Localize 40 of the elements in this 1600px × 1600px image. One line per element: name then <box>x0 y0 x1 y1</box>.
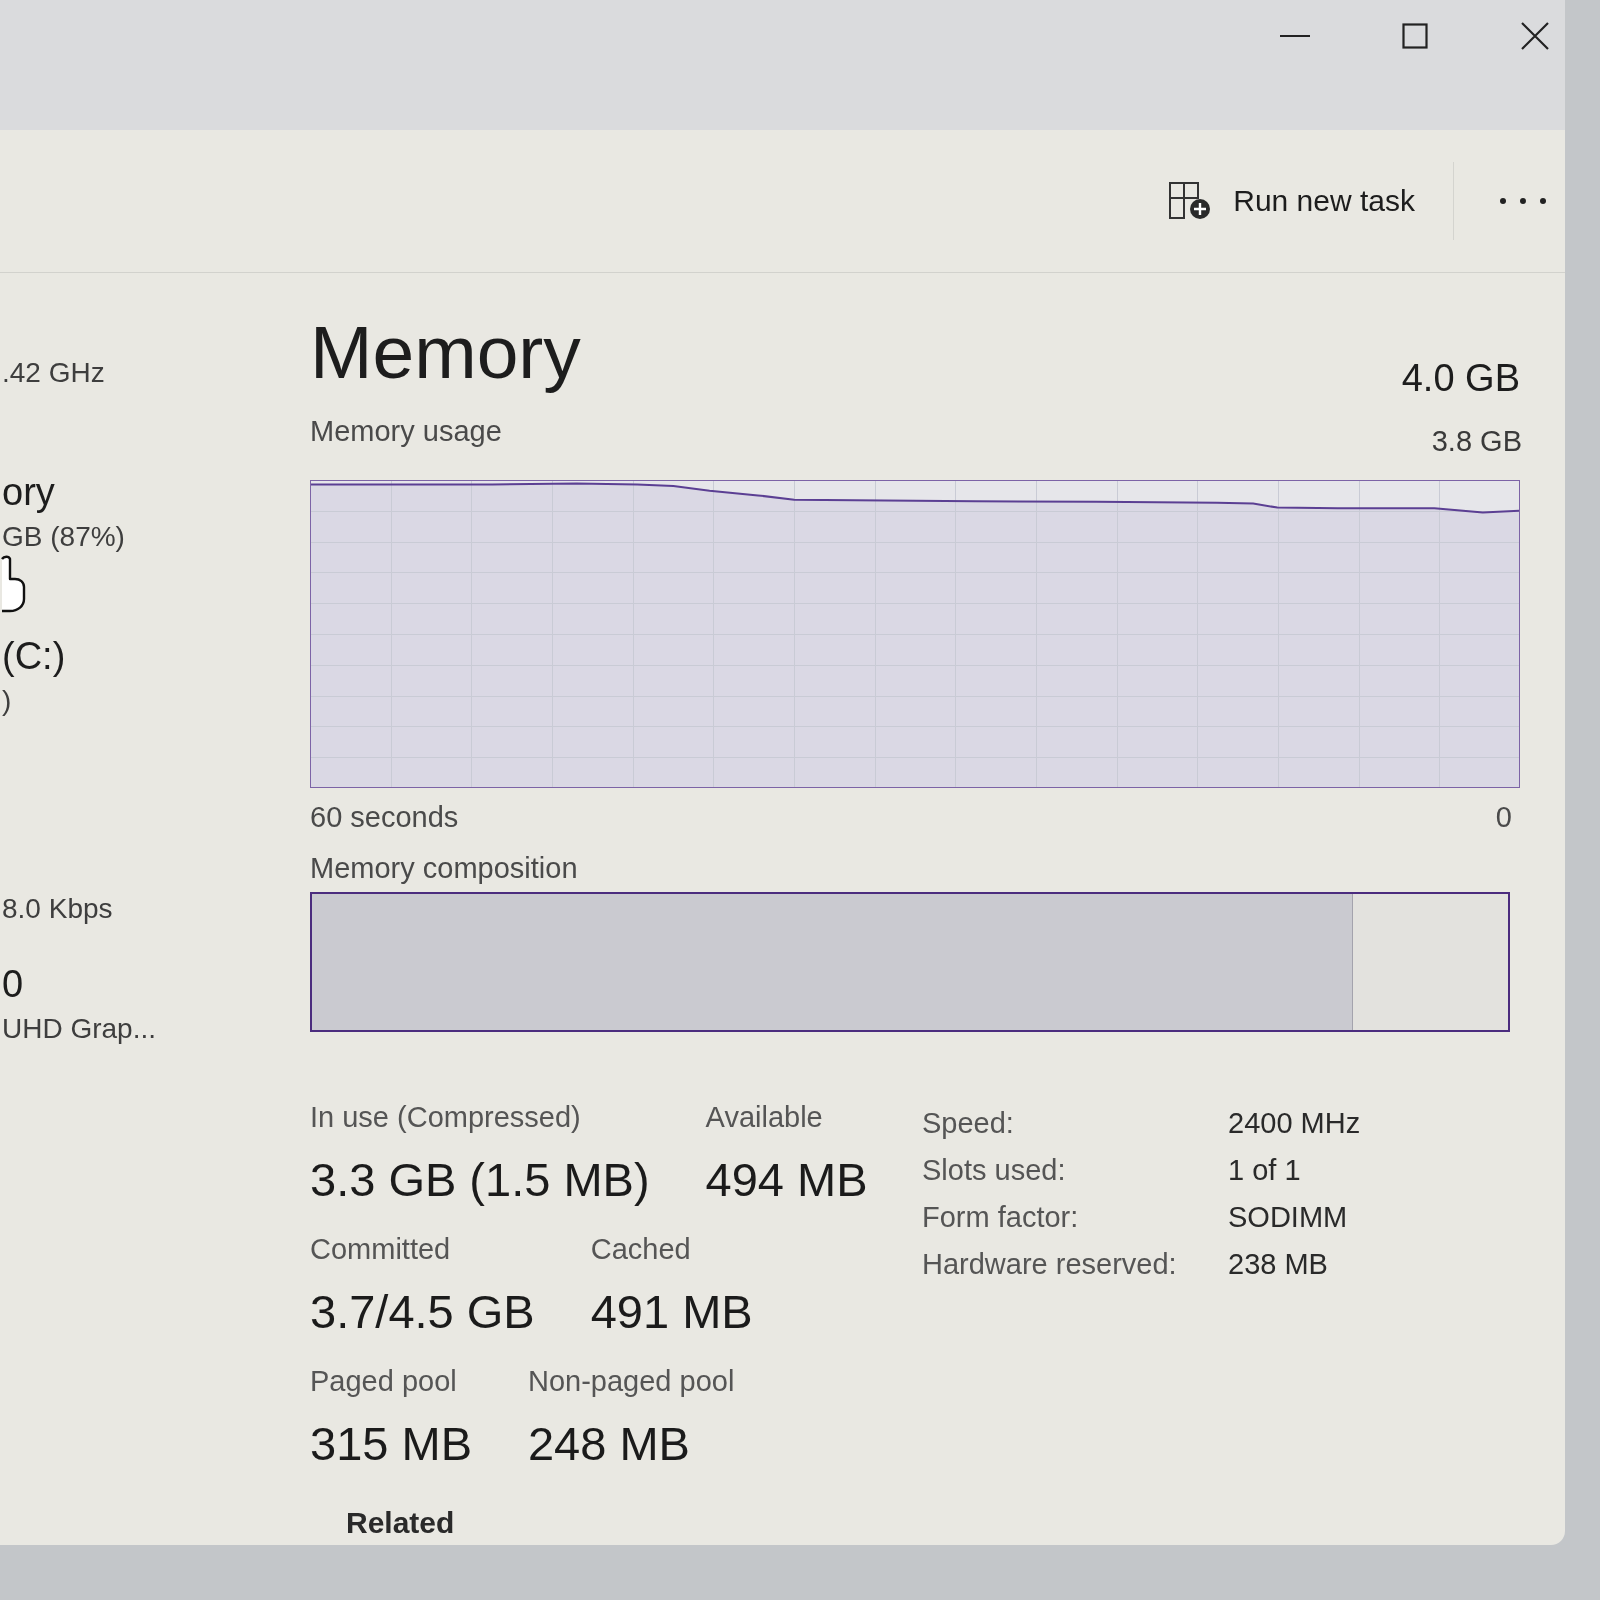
spec-label: Speed: <box>922 1106 1014 1140</box>
sidebar-item[interactable]: (C:) ) <box>0 633 300 797</box>
stat-value: 3.7/4.5 GB <box>310 1284 535 1340</box>
spec-value: 1 of 1 <box>1228 1153 1301 1187</box>
graph-title: Memory usage <box>310 414 502 448</box>
stat-value: 494 MB <box>705 1152 868 1208</box>
stat-value: 3.3 GB (1.5 MB) <box>310 1152 650 1208</box>
sidebar-item[interactable]: ory GB (87%) <box>0 469 300 633</box>
spec-value: 238 MB <box>1228 1247 1328 1281</box>
sidebar-item[interactable]: .42 GHz <box>0 305 300 469</box>
page-title: Memory <box>310 310 581 394</box>
graph-max-label: 3.8 GB <box>1431 424 1522 458</box>
run-new-task-button[interactable]: Run new task <box>1157 172 1427 230</box>
minimize-icon <box>1280 34 1310 38</box>
graph-end-label: 0 <box>1495 800 1512 834</box>
stat-value: 491 MB <box>590 1284 753 1340</box>
maximize-icon <box>1402 23 1428 49</box>
stat-label: Non-paged pool <box>528 1364 735 1398</box>
memory-capacity: 4.0 GB <box>1401 356 1520 400</box>
hand-cursor-icon <box>0 555 26 613</box>
more-icon <box>1500 198 1546 204</box>
stat-label: In use (Compressed) <box>310 1100 581 1134</box>
stat-label: Cached <box>590 1232 691 1266</box>
graph-start-label: 60 seconds <box>310 800 459 834</box>
sidebar-item[interactable]: 8.0 Kbps <box>0 797 300 961</box>
stat-label: Available <box>705 1100 823 1134</box>
spec-label: Slots used: <box>922 1153 1066 1187</box>
close-icon <box>1521 22 1549 50</box>
stat-value: 248 MB <box>528 1416 690 1472</box>
spec-label: Hardware reserved: <box>922 1247 1177 1281</box>
stat-label: Paged pool <box>310 1364 457 1398</box>
stat-value: 315 MB <box>310 1416 472 1472</box>
sidebar-item[interactable]: 0 UHD Grap... <box>0 961 300 1125</box>
window-plus-icon <box>1169 182 1212 220</box>
related-heading: Related <box>346 1505 455 1541</box>
spec-value: 2400 MHz <box>1228 1106 1361 1140</box>
spec-label: Form factor: <box>922 1200 1079 1234</box>
composition-title: Memory composition <box>310 851 578 885</box>
stat-label: Committed <box>310 1232 451 1266</box>
spec-value: SODIMM <box>1228 1200 1348 1234</box>
